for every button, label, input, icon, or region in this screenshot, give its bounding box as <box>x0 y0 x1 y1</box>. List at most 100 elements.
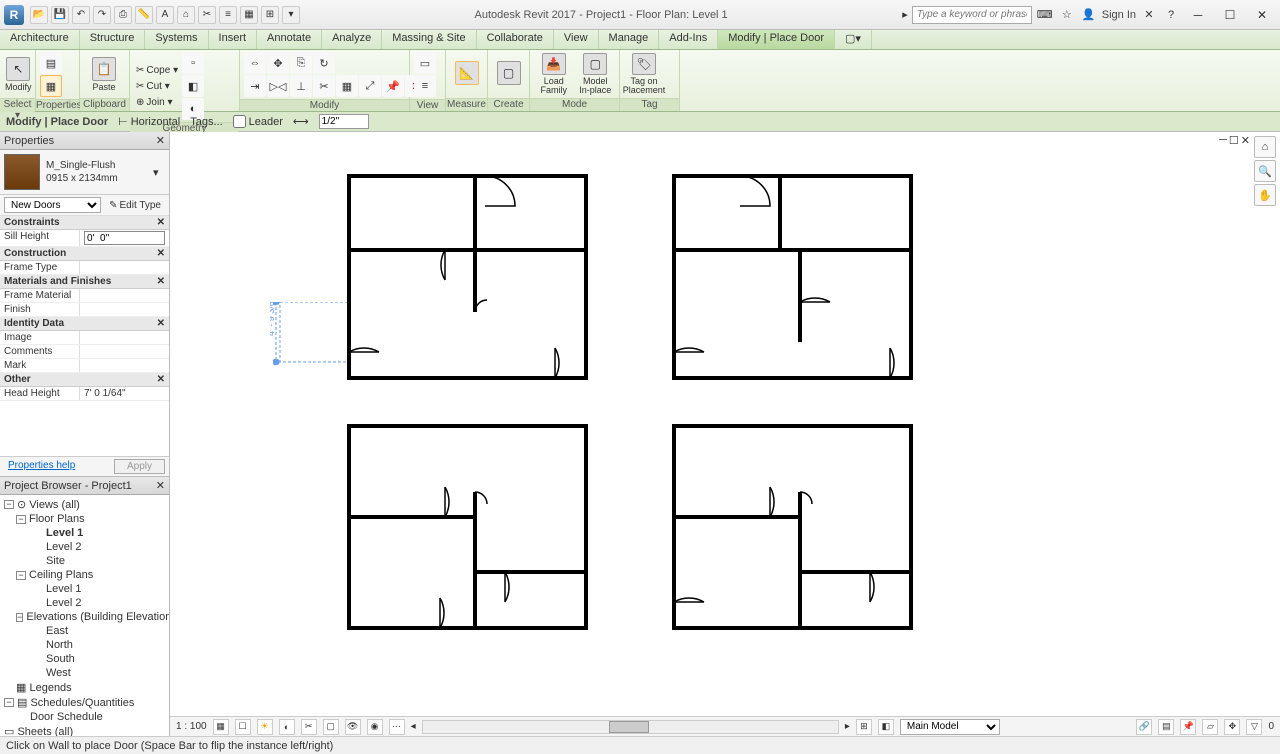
reveal-hidden-icon[interactable]: ◉ <box>367 719 383 735</box>
tab-analyze[interactable]: Analyze <box>322 30 382 49</box>
horizontal-scrollbar[interactable] <box>422 720 839 734</box>
scroll-left-icon[interactable]: ◂ <box>411 721 416 732</box>
group-identity[interactable]: Identity Data✕ <box>0 317 169 331</box>
node-east[interactable]: East <box>2 624 167 638</box>
text-icon[interactable]: A <box>156 6 174 24</box>
group-other[interactable]: Other✕ <box>0 373 169 387</box>
cut-button[interactable]: ✂Cut ▾ <box>134 79 180 93</box>
design-options-icon[interactable]: ◧ <box>878 719 894 735</box>
tab-manage[interactable]: Manage <box>599 30 660 49</box>
array-icon[interactable]: ▦ <box>336 75 358 97</box>
modify-tool-button[interactable]: ↖Modify <box>4 52 33 96</box>
horizontal-option[interactable]: ⊢Horizontal <box>118 115 180 128</box>
open-icon[interactable]: 📂 <box>30 6 48 24</box>
param-frame-type[interactable]: Frame Type <box>0 261 169 275</box>
thin-lines-icon[interactable]: ≡ <box>219 6 237 24</box>
node-sheets[interactable]: ▭ Sheets (all) <box>2 724 167 736</box>
select-underlay-icon[interactable]: ▤ <box>1158 719 1174 735</box>
drag-elements-icon[interactable]: ✥ <box>1224 719 1240 735</box>
node-west[interactable]: West <box>2 666 167 680</box>
create-button[interactable]: ▢ <box>492 52 525 96</box>
visual-style-icon[interactable]: ☐ <box>235 719 251 735</box>
properties-close-icon[interactable]: ✕ <box>156 134 165 147</box>
apply-button[interactable]: Apply <box>114 459 165 474</box>
sign-in-link[interactable]: Sign In <box>1102 9 1136 21</box>
group-materials[interactable]: Materials and Finishes✕ <box>0 275 169 289</box>
keyboard-icon[interactable]: ⌨ <box>1036 6 1054 24</box>
3d-icon[interactable]: ⌂ <box>177 6 195 24</box>
scale-display[interactable]: 1 : 100 <box>176 721 207 732</box>
node-north[interactable]: North <box>2 638 167 652</box>
qat-dropdown-icon[interactable]: ▾ <box>282 6 300 24</box>
exchange-icon[interactable]: ✕ <box>1140 6 1158 24</box>
tab-massing-site[interactable]: Massing & Site <box>382 30 476 49</box>
properties-button[interactable]: ▦ <box>40 75 62 97</box>
param-comments[interactable]: Comments <box>0 345 169 359</box>
geom-tool2-icon[interactable]: ◧ <box>182 75 204 97</box>
undo-icon[interactable]: ↶ <box>72 6 90 24</box>
tab-architecture[interactable]: Architecture <box>0 30 80 49</box>
mirror-icon[interactable]: ▷◁ <box>267 75 289 97</box>
sun-path-icon[interactable]: ☀ <box>257 719 273 735</box>
vb-more-icon[interactable]: ⋯ <box>389 719 405 735</box>
filter-icon[interactable]: ▽ <box>1246 719 1262 735</box>
tab-add-ins[interactable]: Add-Ins <box>659 30 718 49</box>
node-cp-level1[interactable]: Level 1 <box>2 582 167 596</box>
workset-icon[interactable]: ⊞ <box>856 719 872 735</box>
app-logo[interactable]: R <box>4 5 24 25</box>
param-image[interactable]: Image <box>0 331 169 345</box>
minimize-button[interactable]: ─ <box>1184 5 1212 25</box>
search-input[interactable] <box>912 6 1032 24</box>
node-floor-plans[interactable]: −Floor Plans <box>2 512 167 526</box>
node-schedules[interactable]: −▤ Schedules/Quantities <box>2 695 167 710</box>
properties-help-link[interactable]: Properties help <box>4 458 79 473</box>
tab-modify-place-door[interactable]: Modify | Place Door <box>718 30 835 49</box>
move-icon[interactable]: ✥ <box>267 52 289 74</box>
param-sill-height[interactable]: Sill Height <box>0 230 169 247</box>
align-icon[interactable]: ⇔ <box>244 52 266 74</box>
tab-systems[interactable]: Systems <box>145 30 208 49</box>
trim-icon[interactable]: ⊥ <box>290 75 312 97</box>
node-level2[interactable]: Level 2 <box>2 540 167 554</box>
tab-view[interactable]: View <box>554 30 599 49</box>
cope-button[interactable]: ✂Cope ▾ <box>134 63 180 77</box>
join-button[interactable]: ⊕Join ▾ <box>134 95 180 109</box>
redo-icon[interactable]: ↷ <box>93 6 111 24</box>
type-selector[interactable]: M_Single-Flush 0915 x 2134mm ▾ <box>0 150 169 195</box>
crop-region-icon[interactable]: ▢ <box>323 719 339 735</box>
print-icon[interactable]: ⎙ <box>114 6 132 24</box>
select-face-icon[interactable]: ▱ <box>1202 719 1218 735</box>
section-icon[interactable]: ✂ <box>198 6 216 24</box>
design-option-dropdown[interactable]: Main Model <box>900 719 1000 735</box>
drawing-canvas[interactable]: ⌂ 🔍 ✋ ─ ☐ ✕ 4' - 9 3/64" <box>170 132 1280 736</box>
offset-icon[interactable]: ⇥ <box>244 75 266 97</box>
node-views[interactable]: −⊙ Views (all) <box>2 497 167 512</box>
tab-collaborate[interactable]: Collaborate <box>477 30 554 49</box>
geom-tool1-icon[interactable]: ▫ <box>182 52 204 74</box>
node-south[interactable]: South <box>2 652 167 666</box>
sill-height-input[interactable] <box>84 231 165 245</box>
switch-windows-icon[interactable]: ⊞ <box>261 6 279 24</box>
save-icon[interactable]: 💾 <box>51 6 69 24</box>
paste-button[interactable]: 📋Paste <box>84 52 124 96</box>
panel-select[interactable]: Select ▾ <box>0 98 35 112</box>
type-properties-icon[interactable]: ▤ <box>40 52 62 74</box>
subscription-icon[interactable]: ☆ <box>1058 6 1076 24</box>
node-door-schedule[interactable]: Door Schedule <box>2 710 167 724</box>
measure-button[interactable]: 📐 <box>450 52 483 96</box>
tab-annotate[interactable]: Annotate <box>257 30 322 49</box>
help-icon[interactable]: ? <box>1162 6 1180 24</box>
group-construction[interactable]: Construction✕ <box>0 247 169 261</box>
group-constraints[interactable]: Constraints✕ <box>0 216 169 230</box>
pin-icon[interactable]: 📌 <box>382 75 404 97</box>
scroll-right-icon[interactable]: ▸ <box>845 721 850 732</box>
model-inplace-button[interactable]: ▢Model In-place <box>576 52 616 96</box>
select-pinned-icon[interactable]: 📌 <box>1180 719 1196 735</box>
tags-button[interactable]: Tags... <box>190 116 222 128</box>
measure-icon[interactable]: 📏 <box>135 6 153 24</box>
node-ceiling-plans[interactable]: −Ceiling Plans <box>2 568 167 582</box>
tab-insert[interactable]: Insert <box>209 30 258 49</box>
leader-offset-input[interactable] <box>319 114 369 129</box>
tab-structure[interactable]: Structure <box>80 30 146 49</box>
temp-hide-icon[interactable]: 👁 <box>345 719 361 735</box>
